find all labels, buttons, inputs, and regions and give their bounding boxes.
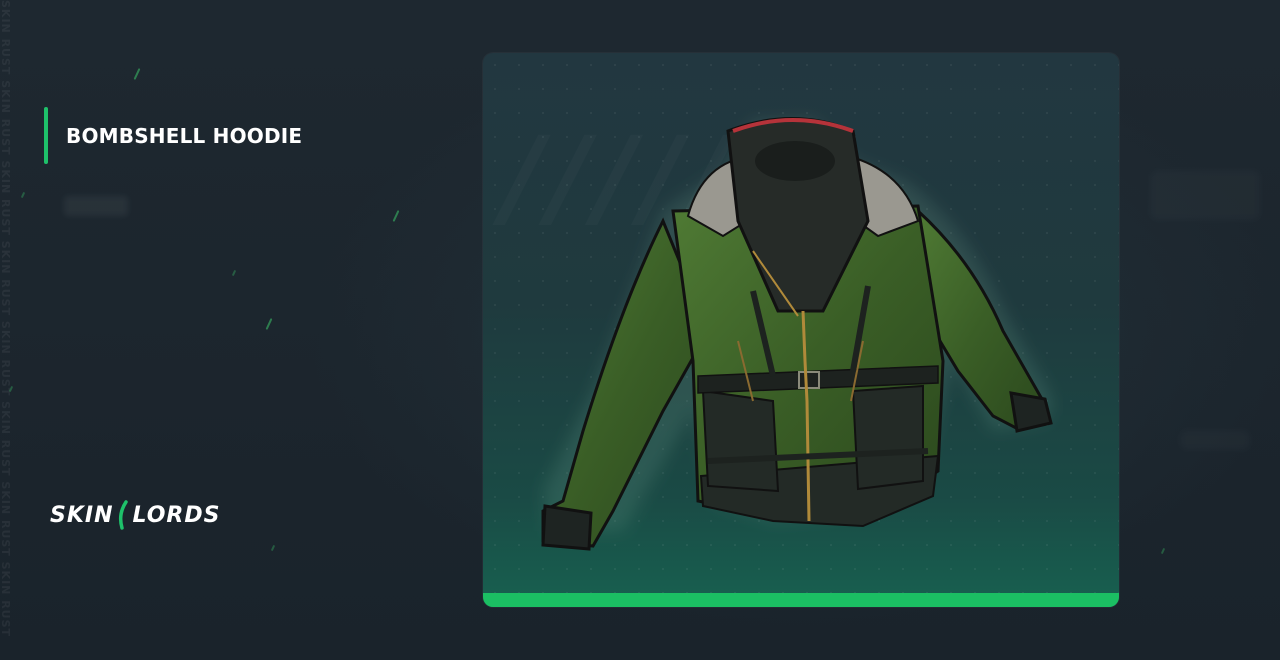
skinlords-logo: SKIN LORDS	[50, 500, 220, 530]
logo-text-left: SKIN	[50, 502, 114, 528]
logo-slash-icon	[118, 500, 128, 530]
blurred-label	[64, 196, 128, 216]
spark-decoration	[20, 191, 26, 199]
spark-decoration	[265, 318, 273, 330]
jacket-icon	[541, 117, 1053, 551]
spark-decoration	[231, 269, 237, 277]
spark-decoration	[270, 544, 276, 552]
logo-text-right: LORDS	[132, 502, 221, 528]
spark-decoration	[133, 68, 141, 80]
card-bottom-bar	[483, 593, 1119, 607]
spark-decoration	[392, 210, 400, 222]
background-blur-panel	[1180, 430, 1250, 450]
background-blur-panel	[1150, 170, 1260, 220]
spark-decoration	[1160, 547, 1166, 555]
title-accent-bar	[44, 107, 48, 164]
side-watermark: SKIN RUST SKIN RUST SKIN RUST SKIN RUST …	[0, 0, 12, 638]
item-title: BOMBSHELL HOODIE	[66, 123, 303, 148]
item-card: ///////	[483, 53, 1119, 607]
page: SKIN RUST SKIN RUST SKIN RUST SKIN RUST …	[0, 0, 1280, 660]
item-title-block: BOMBSHELL HOODIE	[44, 107, 302, 164]
